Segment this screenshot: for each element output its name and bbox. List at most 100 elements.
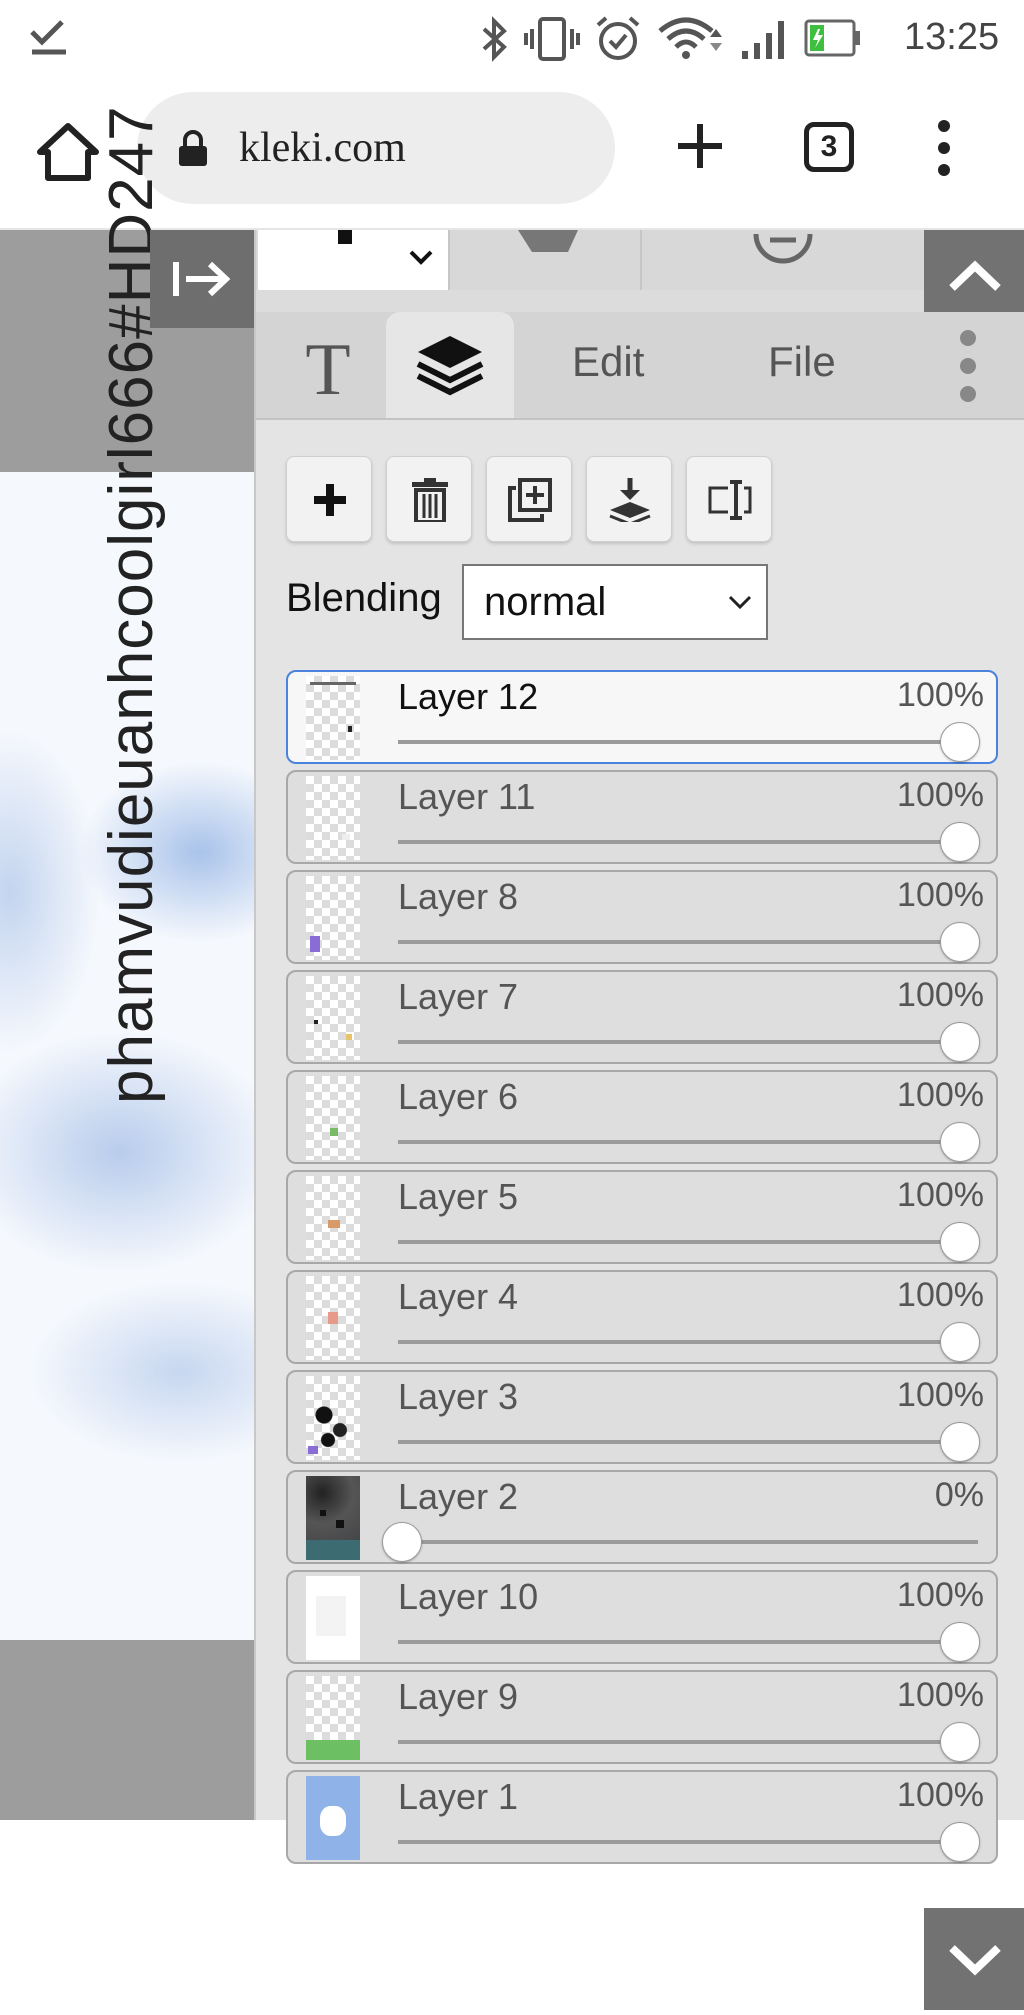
clock: 13:25 <box>904 16 1000 58</box>
vibrate-icon <box>524 17 580 61</box>
layer-row[interactable]: Layer 9 100% <box>286 1670 998 1764</box>
layer-row[interactable]: Layer 6 100% <box>286 1070 998 1164</box>
layer-name: Layer 4 <box>398 1276 519 1317</box>
layer-opacity-slider[interactable] <box>398 1040 978 1044</box>
wifi-icon <box>658 17 722 59</box>
layer-row[interactable]: Layer 3 100% <box>286 1370 998 1464</box>
layer-name: Layer 6 <box>398 1076 519 1117</box>
collapse-panel-icon <box>173 261 231 297</box>
fill-tool-icon[interactable] <box>508 230 588 266</box>
bluetooth-icon <box>482 16 507 62</box>
tab-edit[interactable]: Edit <box>572 338 644 386</box>
trash-icon <box>412 478 448 522</box>
merge-down-button[interactable] <box>586 456 672 542</box>
layer-thumbnail <box>306 1576 360 1660</box>
layer-opacity-handle[interactable] <box>940 922 980 962</box>
layer-name: Layer 10 <box>398 1576 539 1617</box>
layer-opacity-slider[interactable] <box>398 1440 978 1444</box>
duplicate-layer-button[interactable] <box>486 456 572 542</box>
layer-opacity-handle[interactable] <box>940 1622 980 1662</box>
more-options-icon[interactable] <box>956 326 980 406</box>
layer-opacity-value: 100% <box>897 876 984 914</box>
layer-opacity-handle[interactable] <box>940 1422 980 1462</box>
layer-opacity-value: 100% <box>897 976 984 1014</box>
layer-thumbnail <box>306 1776 360 1860</box>
layer-row[interactable]: Layer 2 0% <box>286 1470 998 1564</box>
layer-row[interactable]: Layer 1 100% <box>286 1770 998 1864</box>
layer-row[interactable]: Layer 7 100% <box>286 970 998 1064</box>
layer-name: Layer 11 <box>398 776 536 817</box>
delete-layer-button[interactable] <box>386 456 472 542</box>
layer-opacity-slider[interactable] <box>398 940 978 944</box>
layer-thumbnail <box>306 676 360 760</box>
tab-layers[interactable] <box>386 312 514 418</box>
battery-icon <box>804 19 860 57</box>
add-layer-button[interactable] <box>286 456 372 542</box>
layer-opacity-slider[interactable] <box>398 1140 978 1144</box>
layer-name: Layer 7 <box>398 976 519 1017</box>
layer-opacity-slider[interactable] <box>398 1740 978 1744</box>
collapse-panel-button[interactable] <box>150 230 254 328</box>
layers-panel: Blending normal Layer 12 100% Layer 11 100%… <box>256 420 1024 2010</box>
blending-mode-value: normal <box>484 580 607 624</box>
tool-strip <box>256 230 1024 328</box>
layer-opacity-handle[interactable] <box>940 1322 980 1362</box>
layer-row[interactable]: Layer 8 100% <box>286 870 998 964</box>
blending-label: Blending <box>286 576 442 620</box>
layer-opacity-value: 100% <box>897 1176 984 1214</box>
layer-row[interactable]: Layer 4 100% <box>286 1270 998 1364</box>
layer-opacity-handle[interactable] <box>940 1022 980 1062</box>
layer-opacity-slider[interactable] <box>398 1340 978 1344</box>
plus-icon <box>314 484 346 516</box>
layer-opacity-slider[interactable] <box>398 1640 978 1644</box>
layer-opacity-slider[interactable] <box>398 840 978 844</box>
layer-opacity-value: 100% <box>897 676 984 714</box>
layer-opacity-handle[interactable] <box>940 1722 980 1762</box>
chevron-down-icon <box>728 595 752 610</box>
status-icons <box>480 14 862 64</box>
tool-separator <box>448 230 450 290</box>
layer-opacity-handle[interactable] <box>940 822 980 862</box>
rename-icon <box>708 480 752 520</box>
layer-opacity-value: 100% <box>897 1776 984 1814</box>
layer-opacity-handle[interactable] <box>940 722 980 762</box>
layer-name: Layer 2 <box>398 1476 519 1517</box>
layer-row[interactable]: Layer 12 100% <box>286 670 998 764</box>
tab-switcher-button[interactable]: 3 <box>804 122 854 172</box>
layer-opacity-slider[interactable] <box>398 1840 978 1844</box>
tab-file[interactable]: File <box>768 338 836 386</box>
layer-opacity-handle[interactable] <box>940 1222 980 1262</box>
home-icon[interactable] <box>36 120 100 184</box>
layer-row[interactable]: Layer 5 100% <box>286 1170 998 1264</box>
chevron-down-icon <box>949 1945 1001 1976</box>
layer-name: Layer 8 <box>398 876 519 917</box>
duplicate-icon <box>508 478 552 522</box>
browser-menu-icon[interactable] <box>936 118 952 178</box>
signal-icon <box>742 21 784 59</box>
layer-opacity-handle[interactable] <box>940 1122 980 1162</box>
layer-opacity-slider[interactable] <box>398 740 978 744</box>
brush-tool[interactable] <box>258 230 448 290</box>
layer-row[interactable]: Layer 11 100% <box>286 770 998 864</box>
scroll-down-button[interactable] <box>924 1908 1024 2010</box>
zoom-out-icon[interactable] <box>748 230 818 266</box>
layer-row[interactable]: Layer 10 100% <box>286 1570 998 1664</box>
layer-opacity-slider[interactable] <box>398 1240 978 1244</box>
brush-icon <box>338 230 352 244</box>
layer-name: Layer 9 <box>398 1676 519 1717</box>
download-done-icon <box>30 20 66 55</box>
rename-layer-button[interactable] <box>686 456 772 542</box>
layers-icon <box>416 336 484 396</box>
layer-opacity-slider[interactable] <box>398 1540 978 1544</box>
layer-thumbnail <box>306 976 360 1060</box>
tab-text-tool[interactable]: T <box>280 322 376 418</box>
layer-opacity-handle[interactable] <box>382 1522 422 1562</box>
url-text: kleki.com <box>239 125 406 171</box>
url-bar[interactable]: kleki.com <box>137 92 615 204</box>
layer-opacity-handle[interactable] <box>940 1822 980 1862</box>
lock-icon <box>179 130 207 166</box>
layer-opacity-value: 100% <box>897 1576 984 1614</box>
status-bar: 13:25 <box>0 0 1024 78</box>
blending-mode-select[interactable]: normal <box>462 564 768 640</box>
new-tab-icon[interactable] <box>672 118 728 174</box>
